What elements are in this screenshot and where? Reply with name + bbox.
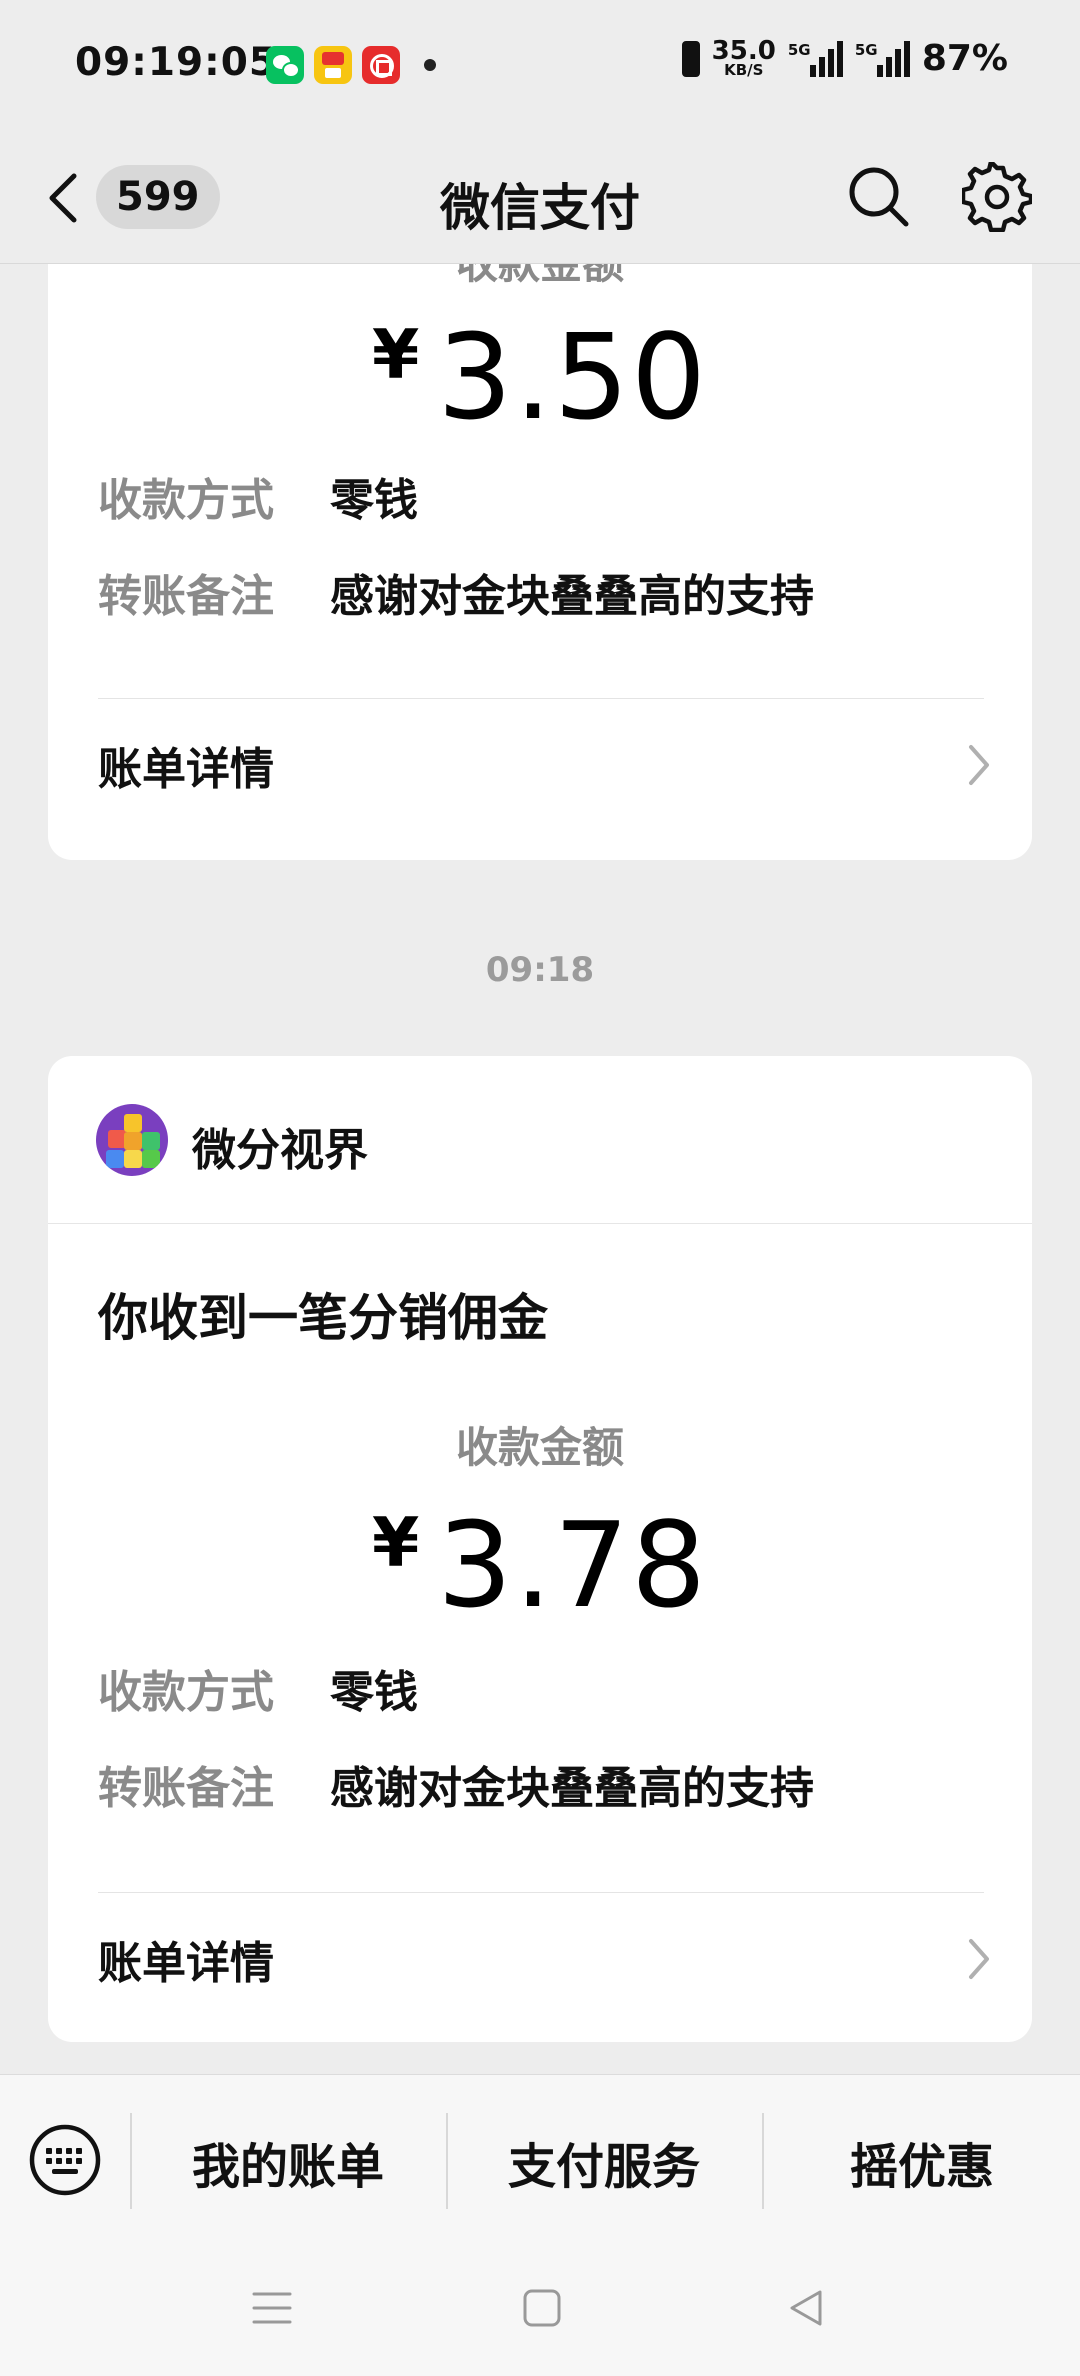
- system-navigation-bar: [0, 2246, 1080, 2376]
- amount-number: 3.78: [437, 1496, 709, 1634]
- keyboard-icon: [29, 2124, 101, 2196]
- amount-value: ¥3.50: [48, 308, 1032, 446]
- transfer-note-label: 转账备注: [98, 1763, 274, 1814]
- message-list[interactable]: 收款金额 ¥3.50 收款方式 零钱 转账备注 感谢对金块叠叠高的支持 账单详情…: [0, 264, 1080, 2074]
- vibrate-icon: [681, 40, 700, 77]
- divider: [98, 698, 984, 699]
- battery-level: 87%: [921, 38, 1008, 79]
- bank-app-icon: [362, 46, 400, 84]
- home-button[interactable]: [522, 2288, 562, 2328]
- payment-method-label: 收款方式: [98, 1667, 274, 1718]
- transfer-note-row: 转账备注 感谢对金块叠叠高的支持: [98, 1752, 814, 1816]
- bill-details-link[interactable]: 账单详情: [98, 1924, 992, 1994]
- payment-method-value: 零钱: [330, 1667, 418, 1718]
- transfer-note-label: 转账备注: [98, 571, 274, 622]
- transfer-note-value: 感谢对金块叠叠高的支持: [330, 1763, 814, 1814]
- payment-method-row: 收款方式 零钱: [98, 464, 418, 528]
- chevron-right-icon: [969, 1939, 989, 1979]
- payment-card[interactable]: 微分视界 你收到一笔分销佣金 收款金额 ¥3.78 收款方式 零钱 转账备注 感…: [48, 1056, 1032, 2042]
- search-button[interactable]: [846, 164, 912, 230]
- more-notifications-dot: [424, 59, 436, 71]
- notification-icons: [266, 46, 436, 84]
- sim1-label: 5G: [787, 40, 811, 59]
- menu-my-bills[interactable]: 我的账单: [138, 2127, 438, 2197]
- signal-sim1-icon: 5G: [787, 40, 843, 77]
- nav-bar: 599 微信支付: [0, 130, 1080, 264]
- back-nav-button[interactable]: [786, 2288, 826, 2328]
- recent-apps-button[interactable]: [252, 2288, 292, 2328]
- merchant-name: 微分视界: [192, 1125, 368, 1176]
- keyboard-toggle-button[interactable]: [28, 2123, 102, 2197]
- amount-number: 3.50: [437, 308, 709, 446]
- bill-details-label: 账单详情: [98, 744, 274, 795]
- bill-details-label: 账单详情: [98, 1938, 274, 1989]
- status-indicators: 35.0 KB/S 5G 5G 87%: [681, 38, 1008, 79]
- signal-sim2-icon: 5G: [854, 40, 910, 77]
- merchant-avatar[interactable]: [96, 1104, 168, 1176]
- message-timestamp: 09:18: [485, 950, 595, 990]
- divider: [98, 1892, 984, 1893]
- bill-details-link[interactable]: 账单详情: [98, 730, 992, 800]
- payment-method-label: 收款方式: [98, 475, 274, 526]
- status-time: 09:19:05: [75, 40, 278, 85]
- bottom-menu: 我的账单 支付服务 摇优惠: [0, 2074, 1080, 2246]
- menu-divider: [762, 2113, 764, 2209]
- payment-card[interactable]: 收款金额 ¥3.50 收款方式 零钱 转账备注 感谢对金块叠叠高的支持 账单详情: [48, 264, 1032, 860]
- amount-label: 收款金额: [455, 1423, 624, 1472]
- menu-divider: [446, 2113, 448, 2209]
- amount-label: 收款金额: [48, 264, 1032, 291]
- currency-symbol: ¥: [371, 1504, 420, 1583]
- payment-method-value: 零钱: [330, 475, 418, 526]
- sim2-label: 5G: [854, 40, 878, 59]
- payment-method-row: 收款方式 零钱: [98, 1656, 418, 1720]
- search-icon: [849, 167, 909, 227]
- settings-button[interactable]: [960, 159, 1034, 233]
- currency-symbol: ¥: [371, 316, 420, 395]
- menu-shake-discounts[interactable]: 摇优惠: [772, 2127, 1072, 2197]
- gear-icon: [960, 159, 1034, 233]
- merchant-header[interactable]: 微分视界: [48, 1056, 1032, 1224]
- wechat-icon: [266, 46, 304, 84]
- network-speed: 35.0 KB/S: [712, 38, 776, 78]
- amount-value: ¥3.78: [48, 1496, 1032, 1634]
- status-bar: 09:19:05 35.0 KB/S 5G 5G 87%: [0, 0, 1080, 130]
- menu-divider: [130, 2113, 132, 2209]
- transfer-note-value: 感谢对金块叠叠高的支持: [330, 571, 814, 622]
- transfer-note-row: 转账备注 感谢对金块叠叠高的支持: [98, 560, 814, 624]
- menu-payment-services[interactable]: 支付服务: [454, 2127, 754, 2197]
- coupon-app-icon: [314, 46, 352, 84]
- notice-title: 你收到一笔分销佣金: [98, 1289, 548, 1347]
- page-title: 微信支付: [440, 179, 640, 237]
- chevron-right-icon: [969, 745, 989, 785]
